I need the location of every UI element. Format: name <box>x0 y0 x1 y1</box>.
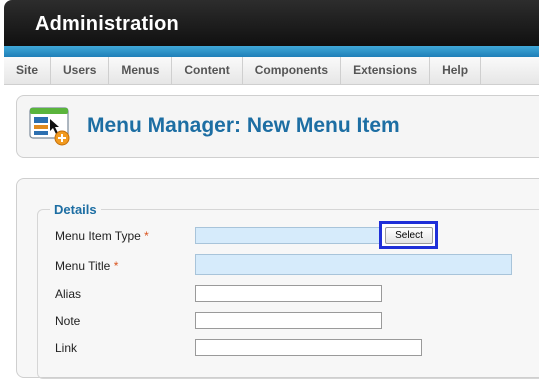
admin-header: Administration <box>4 0 539 46</box>
menu-title-label-text: Menu Title <box>55 259 111 273</box>
link-field[interactable] <box>195 339 422 356</box>
menu-components[interactable]: Components <box>243 57 342 84</box>
menu-extensions[interactable]: Extensions <box>341 57 431 84</box>
select-button[interactable]: Select <box>385 227 433 244</box>
required-marker: * <box>144 229 149 243</box>
menu-help[interactable]: Help <box>430 57 482 84</box>
menu-title-field[interactable] <box>195 254 512 275</box>
page-title: Menu Manager: New Menu Item <box>87 114 400 137</box>
menu-item-type-label-text: Menu Item Type <box>55 229 141 243</box>
required-marker: * <box>113 259 119 273</box>
menu-item-type-field[interactable] <box>195 227 381 244</box>
alias-field[interactable] <box>195 285 382 302</box>
menu-title-label: Menu Title * <box>55 259 118 273</box>
note-field[interactable] <box>195 312 382 329</box>
header-stripe <box>4 46 539 57</box>
menu-content[interactable]: Content <box>172 57 243 84</box>
alias-label: Alias <box>55 287 82 301</box>
header-title: Administration <box>35 13 179 35</box>
menu-manager-icon <box>29 107 70 146</box>
menu-item-type-label: Menu Item Type * <box>55 229 149 243</box>
main-menubar: Site Users Menus Content Components Exte… <box>4 57 539 85</box>
fieldset-legend: Details <box>50 202 101 217</box>
note-label: Note <box>55 314 81 328</box>
link-label: Link <box>55 341 78 355</box>
menu-site[interactable]: Site <box>4 57 52 84</box>
menu-users[interactable]: Users <box>51 57 110 84</box>
menu-menus[interactable]: Menus <box>109 57 173 84</box>
